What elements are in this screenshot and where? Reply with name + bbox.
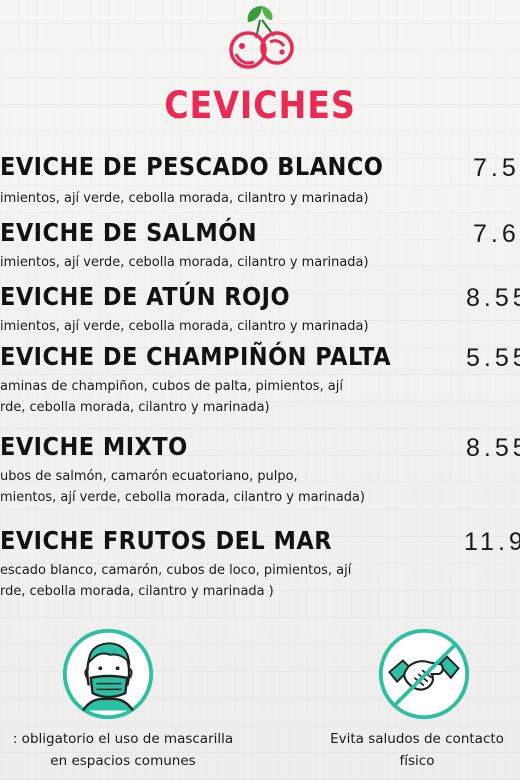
- menu-item-price: 7.65: [473, 220, 520, 248]
- menu-item-description-line: aminas de champiñon, cubos de palta, pim…: [0, 378, 343, 394]
- mask-notice-text: : obligatorio el uso de mascarilla en es…: [0, 728, 246, 772]
- cherries-logo-icon: [229, 6, 294, 69]
- menu-item-description-line: imientos, ají verde, cebolla morada, cil…: [0, 190, 369, 206]
- mask-notice-line: en espacios comunes: [50, 753, 196, 769]
- menu-item-price: 7.55: [473, 154, 520, 182]
- menu-section-title: CEVICHES: [164, 84, 356, 127]
- handshake-notice-line: físico: [399, 753, 435, 769]
- menu-item-description-line: imientos, ají verde, cebolla morada, cil…: [0, 318, 369, 334]
- menu-item-description-line: ubos de salmón, camarón ecuatoriano, pul…: [0, 468, 298, 484]
- menu-item-name: EVICHE MIXTO: [0, 432, 188, 461]
- menu-item-name: EVICHE DE ATÚN ROJO: [0, 282, 291, 311]
- menu-item-name: EVICHE FRUTOS DEL MAR: [0, 526, 332, 555]
- handshake-notice-line: Evita saludos de contacto: [330, 731, 504, 747]
- menu-item-description-line: rde, cebolla morada, cilantro y marinada…: [0, 583, 274, 599]
- menu-item-price: 11.95: [464, 528, 520, 556]
- menu-item-price: 8.55: [466, 434, 520, 462]
- menu-item-price: 8.55: [466, 284, 520, 312]
- menu-item-description: ubos de salmón, camarón ecuatoriano, pul…: [0, 466, 499, 508]
- menu-item-description: escado blanco, camarón, cubos de loco, p…: [0, 560, 499, 602]
- menu-item-price: 5.55: [466, 344, 520, 372]
- menu-item-description-line: imientos, ají verde, cebolla morada, cil…: [0, 254, 369, 270]
- handshake-notice-text: Evita saludos de contacto físico: [306, 728, 520, 772]
- menu-item-description: imientos, ají verde, cebolla morada, cil…: [0, 252, 499, 273]
- menu-item-description: imientos, ají verde, cebolla morada, cil…: [0, 316, 499, 337]
- menu-item-description-line: mientos, ají verde, cebolla morada, cila…: [0, 489, 365, 505]
- menu-item-name: EVICHE DE SALMÓN: [0, 218, 258, 247]
- mask-notice-line: : obligatorio el uso de mascarilla: [12, 731, 234, 747]
- menu-item-description: aminas de champiñon, cubos de palta, pim…: [0, 376, 499, 418]
- face-mask-icon: [62, 628, 154, 720]
- menu-item-description-line: rde, cebolla morada, cilantro y marinada…: [0, 399, 270, 415]
- menu-item-description: imientos, ají verde, cebolla morada, cil…: [0, 188, 499, 209]
- menu-item-description-line: escado blanco, camarón, cubos de loco, p…: [0, 562, 352, 578]
- menu-item-name: EVICHE DE PESCADO BLANCO: [0, 152, 384, 181]
- menu-item-name: EVICHE DE CHAMPIÑÓN PALTA: [0, 342, 391, 371]
- handshake-icon: [378, 628, 470, 720]
